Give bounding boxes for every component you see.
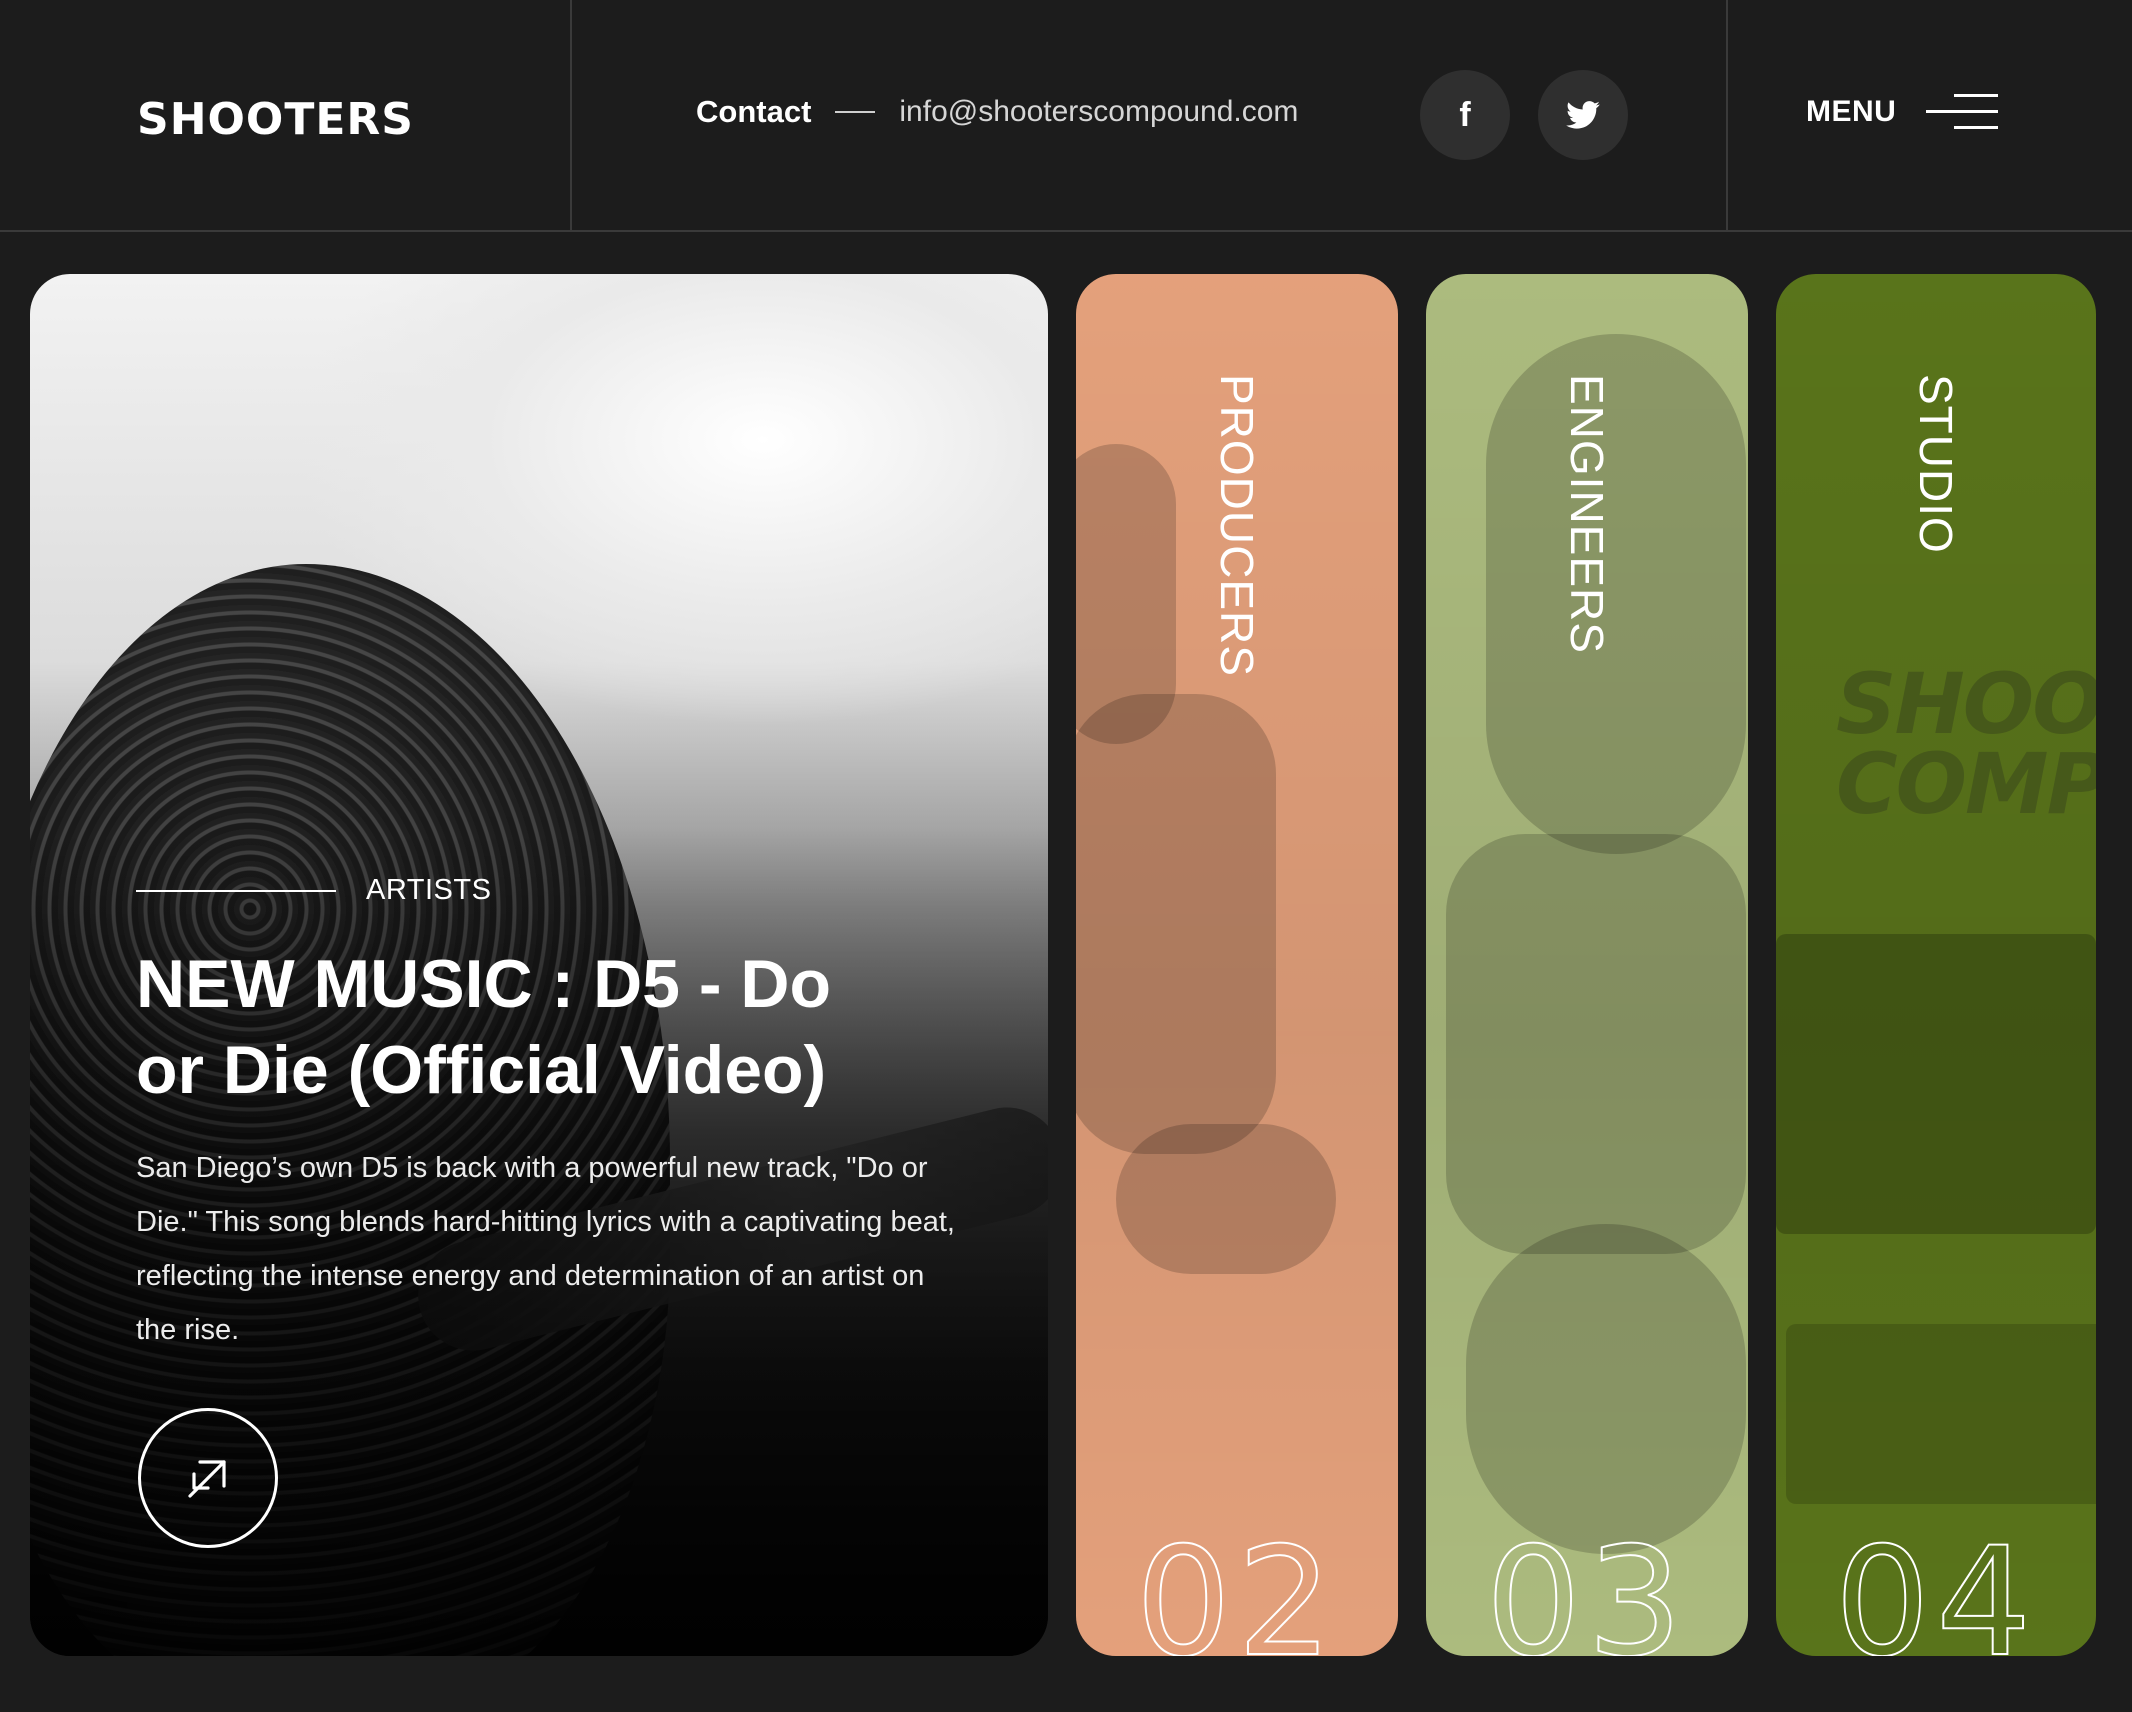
category-title: STUDIO — [1910, 374, 1962, 554]
category-number: 03 — [1485, 1515, 1689, 1656]
producer-photo — [1116, 1124, 1336, 1274]
producer-photo — [1076, 694, 1276, 1154]
featured-description: San Diego’s own D5 is back with a powerf… — [136, 1152, 955, 1346]
twitter-button[interactable] — [1538, 70, 1628, 160]
contact-email-link[interactable]: info@shooterscompound.com — [899, 95, 1298, 129]
engineer-photo — [1466, 1224, 1746, 1554]
featured-post-card[interactable]: ARTISTS NEW MUSIC : D5 - Do or Die (Offi… — [30, 274, 1048, 1656]
contact-label: Contact — [696, 94, 812, 129]
category-title: ENGINEERS — [1561, 374, 1613, 654]
facebook-icon: f — [1459, 95, 1471, 134]
category-card-studio[interactable]: SHOOTCOMPO STUDIO 04 — [1776, 274, 2096, 1656]
menu-label: MENU — [1806, 95, 1897, 128]
header-divider — [570, 0, 572, 231]
category-number: 04 — [1834, 1515, 2038, 1656]
hamburger-icon — [1926, 94, 1999, 130]
header-divider — [1726, 0, 1728, 231]
contact-dash — [835, 111, 876, 113]
site-logo[interactable]: SHOOTERS — [137, 94, 414, 145]
menu-toggle[interactable]: MENU — [1806, 94, 1999, 130]
twitter-icon — [1566, 101, 1600, 129]
category-row: ARTISTS — [136, 874, 976, 907]
studio-photo — [1786, 1324, 2096, 1504]
site-header: SHOOTERS Contact info@shooterscompound.c… — [0, 0, 2132, 232]
studio-photo — [1776, 934, 2096, 1234]
arrow-up-right-icon — [188, 1460, 226, 1498]
facebook-button[interactable]: f — [1420, 70, 1510, 160]
category-number: 02 — [1135, 1515, 1339, 1656]
engineer-photo — [1446, 834, 1746, 1254]
featured-content: ARTISTS NEW MUSIC : D5 - Do or Die (Offi… — [136, 874, 976, 1357]
read-more-button[interactable] — [138, 1408, 278, 1548]
contact-block: Contact info@shooterscompound.com — [696, 94, 1298, 130]
featured-title[interactable]: NEW MUSIC : D5 - Do or Die (Official Vid… — [136, 941, 916, 1113]
category-label[interactable]: ARTISTS — [366, 874, 491, 907]
category-card-producers[interactable]: PRODUCERS 02 — [1076, 274, 1398, 1656]
category-card-engineers[interactable]: ENGINEERS 03 — [1426, 274, 1748, 1656]
engineer-photo — [1486, 334, 1746, 854]
category-line — [136, 889, 336, 892]
studio-sign: SHOOTCOMPO — [1836, 655, 2096, 833]
category-title: PRODUCERS — [1211, 374, 1263, 677]
